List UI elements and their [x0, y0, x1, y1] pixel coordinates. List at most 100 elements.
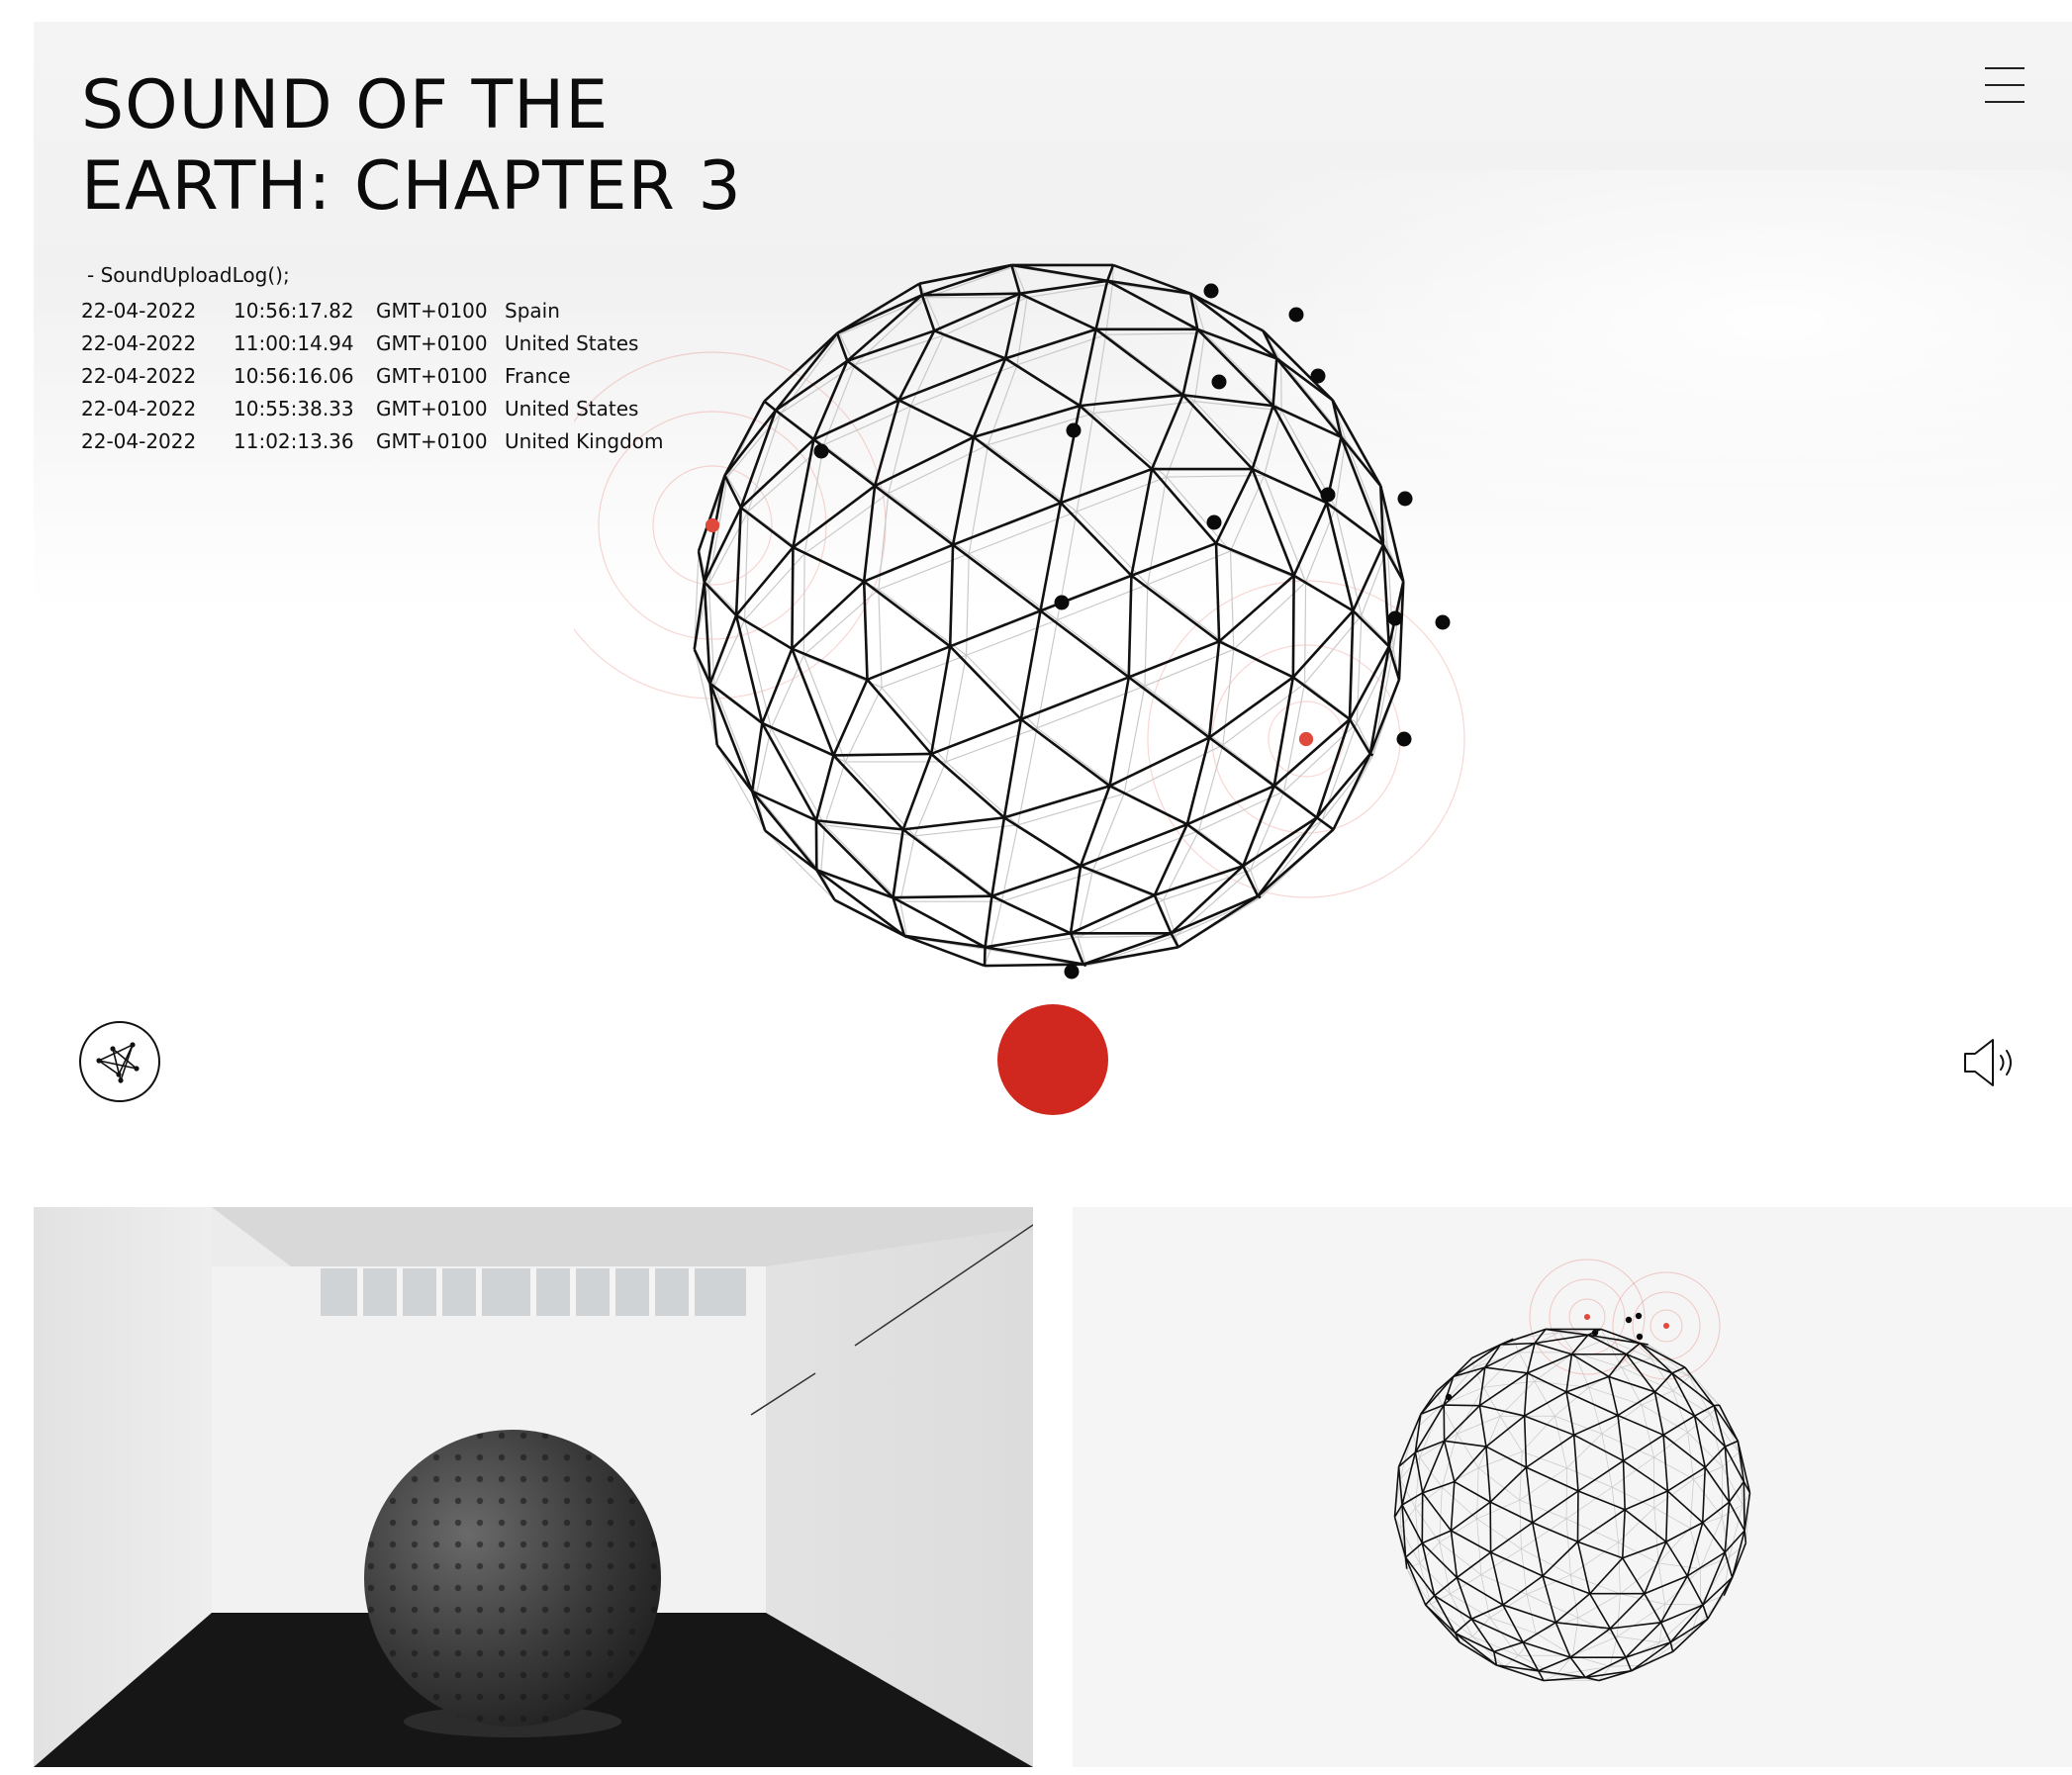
page-title: SOUND OF THE EARTH: CHAPTER 3: [81, 65, 742, 228]
wire-edge: [863, 580, 951, 648]
wire-edge: [1170, 865, 1245, 935]
wire-edge: [1622, 1557, 1646, 1595]
wire-edge: [734, 507, 743, 616]
wire-edge: [1480, 1548, 1522, 1575]
sound-node: [1066, 422, 1082, 438]
menu-button[interactable]: [1983, 63, 2026, 107]
wire-edge: [1076, 476, 1168, 513]
wire-edge: [1444, 1404, 1480, 1407]
wire-edge: [1020, 717, 1111, 788]
wire-edge: [774, 331, 839, 412]
wire-edge: [846, 359, 900, 402]
wire-edge: [1702, 1551, 1726, 1606]
wire-edge: [1623, 1434, 1664, 1462]
wire-edge: [1476, 1518, 1522, 1549]
wire-edge: [1456, 1551, 1492, 1579]
wire-edge: [764, 830, 835, 901]
wire-edge: [1002, 718, 1023, 818]
wire-edge: [1644, 1593, 1662, 1624]
active-sound-node: [1583, 1313, 1591, 1321]
installation-photo[interactable]: [34, 1207, 1033, 1767]
wire-edge: [1531, 1522, 1544, 1577]
wire-edge: [1352, 609, 1390, 648]
sphere-preview[interactable]: [1073, 1207, 2072, 1767]
wire-edge: [1622, 1460, 1626, 1510]
wire-edge: [1542, 1541, 1579, 1577]
wire-edge: [1257, 894, 1262, 899]
wire-edge: [990, 817, 1006, 896]
wire-edge: [763, 400, 777, 412]
wire-edge: [814, 755, 835, 821]
sound-node: [1310, 368, 1326, 384]
log-timezone: GMT+0100: [376, 429, 488, 453]
wire-edge: [1166, 401, 1195, 478]
wire-edge: [1108, 785, 1188, 826]
log-date: 22-04-2022: [81, 331, 197, 355]
wire-edge: [1573, 1414, 1619, 1437]
wire-edge: [973, 404, 1081, 439]
wire-edge: [945, 727, 1038, 763]
wire-edge: [1608, 1354, 1628, 1377]
log-date: 22-04-2022: [81, 364, 197, 388]
wire-edge: [1554, 1416, 1567, 1468]
wire-edge: [1257, 816, 1318, 897]
sound-node: [1288, 307, 1304, 323]
wire-edge: [1653, 1432, 1688, 1458]
wire-edge: [1080, 865, 1156, 897]
wire-edge: [866, 679, 933, 755]
wire-edge: [823, 761, 846, 826]
geodesic-sphere[interactable]: [574, 220, 1524, 1011]
wire-edge: [1618, 1541, 1621, 1594]
wire-edge: [1598, 1669, 1632, 1682]
wire-edge: [1208, 676, 1294, 739]
wire-edge: [707, 584, 745, 621]
wire-edge: [862, 581, 869, 680]
wire-edge: [1687, 1414, 1711, 1433]
wire-edge: [1352, 544, 1385, 611]
wire-edge: [1521, 1548, 1571, 1576]
wire-edge: [1436, 1366, 1474, 1392]
wire-edge: [1477, 1467, 1521, 1501]
wire-edge: [1004, 357, 1082, 408]
log-timezone: GMT+0100: [376, 331, 488, 355]
wire-edge: [812, 399, 899, 441]
wire-edge: [1208, 736, 1275, 788]
wire-edge: [1222, 683, 1305, 746]
wire-edge: [770, 727, 825, 826]
wire-edge: [1612, 1486, 1655, 1509]
wire-edge: [1522, 1622, 1556, 1643]
wire-edge: [1480, 1574, 1528, 1595]
wire-edge: [1526, 1466, 1579, 1492]
wire-edge: [1094, 327, 1184, 397]
wire-edge: [1478, 1405, 1487, 1448]
wire-edge: [1554, 1593, 1591, 1624]
wire-edge: [739, 507, 795, 549]
wire-edge: [897, 399, 975, 438]
wire-edge: [792, 485, 876, 549]
wire-edge: [1524, 1391, 1567, 1417]
wire-edge: [888, 406, 911, 494]
wire-edge: [750, 722, 764, 792]
wire-edge: [1198, 791, 1284, 832]
network-graph-button[interactable]: [79, 1021, 160, 1102]
wire-edge: [761, 722, 818, 821]
log-country: Spain: [505, 299, 560, 323]
wire-edge: [1404, 1556, 1427, 1606]
sound-toggle-button[interactable]: [1953, 1023, 2032, 1102]
wire-edge: [1177, 894, 1259, 949]
wire-edge: [1303, 582, 1307, 684]
wire-edge: [832, 679, 869, 756]
wire-edge: [1489, 1501, 1534, 1524]
log-timezone: GMT+0100: [376, 397, 488, 420]
wire-edge: [1060, 467, 1153, 505]
wire-edge: [1519, 1500, 1522, 1549]
wire-edge: [990, 864, 1082, 897]
wire-edge: [930, 717, 1022, 756]
record-button[interactable]: [997, 1004, 1108, 1115]
wire-edge: [1573, 1434, 1624, 1462]
wire-edge: [1669, 1618, 1709, 1643]
wire-edge: [1154, 864, 1244, 897]
wire-edge: [1542, 1575, 1557, 1624]
wire-edge: [723, 409, 777, 477]
wire-edge: [1624, 1490, 1668, 1511]
